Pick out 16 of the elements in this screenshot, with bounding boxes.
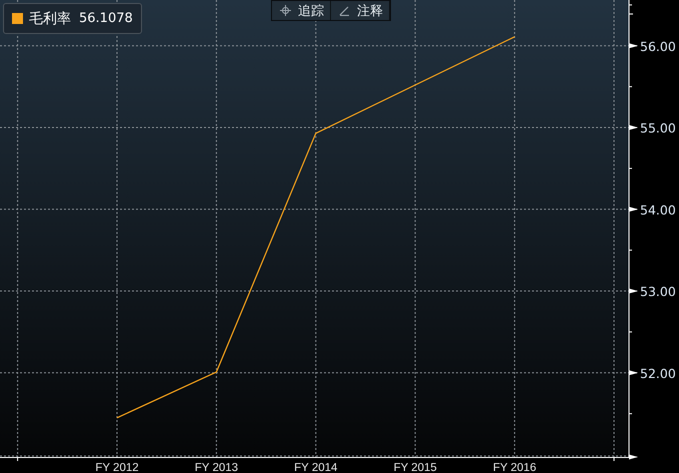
y-tick-label: 53.00 — [640, 284, 676, 300]
legend-label: 毛利率 — [29, 10, 71, 28]
pencil-icon — [339, 5, 350, 16]
legend-value: 56.1078 — [79, 11, 133, 26]
x-tick-label: FY 2013 — [194, 462, 238, 473]
crosshair-icon — [280, 5, 291, 16]
crosshair-button[interactable]: 追踪 — [272, 1, 331, 20]
x-tick-label: FY 2014 — [294, 462, 338, 473]
x-tick-label: FY 2015 — [394, 462, 437, 473]
y-tick-label: 56.00 — [640, 38, 676, 54]
x-tick-label: FY 2012 — [95, 462, 139, 473]
annotate-button[interactable]: 注释 — [331, 1, 390, 20]
y-tick-label: 54.00 — [640, 202, 676, 218]
y-tick-label: 55.00 — [640, 120, 676, 136]
y-tick-label: 52.00 — [640, 366, 676, 381]
x-tick-label: FY 2016 — [492, 462, 536, 473]
